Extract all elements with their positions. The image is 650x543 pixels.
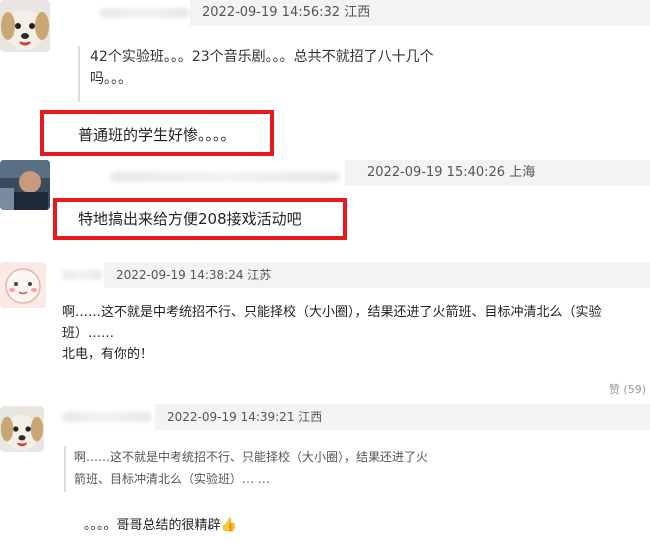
comment-meta-text: 2022-09-19 14:38:24 江苏 bbox=[116, 268, 272, 282]
dog-avatar-icon[interactable] bbox=[0, 0, 50, 52]
dog-avatar-icon[interactable] bbox=[0, 406, 44, 452]
comment-body-line: 北电，有你的！ bbox=[62, 347, 154, 362]
username-redacted[interactable] bbox=[62, 270, 102, 280]
like-button[interactable]: 赞 (59) bbox=[609, 381, 646, 397]
comment-meta-text: 2022-09-19 14:56:32 江西 bbox=[202, 5, 371, 20]
comment-body: 啊……这不就是中考统招不行、只能择校（大小圈），结果还进了火箭班、目标冲清北么（… bbox=[62, 302, 642, 365]
person-avatar-icon[interactable] bbox=[0, 160, 50, 210]
comment-meta-text: 2022-09-19 15:40:26 上海 bbox=[367, 165, 536, 180]
quoted-comment: 42个实验班。。。23个音乐剧。。。总共不就招了八十几个 吗。。。 bbox=[78, 46, 630, 102]
username-redacted[interactable] bbox=[62, 412, 152, 422]
like-label: 赞 bbox=[608, 383, 620, 396]
comment-meta: 2022-09-19 14:56:32 江西 bbox=[190, 0, 650, 26]
comment-meta: 2022-09-19 14:38:24 江苏 bbox=[104, 262, 650, 288]
reply-text: 特地搞出来给方便208接戏活动吧 bbox=[78, 210, 302, 228]
comment-body-line: 班）…… bbox=[62, 326, 115, 341]
username-redacted[interactable] bbox=[100, 8, 190, 18]
like-count: (59) bbox=[623, 383, 646, 396]
quoted-comment: 啊……这不就是中考统招不行、只能择校（大小圈），结果还进了火 箭班、目标冲清北么… bbox=[64, 446, 634, 492]
comment-thread: { "comments": [ { "meta": "2022-09-19 14… bbox=[0, 0, 650, 543]
cartoon-avatar-icon[interactable] bbox=[0, 262, 46, 308]
comment-meta: 2022-09-19 14:39:21 江西 bbox=[155, 404, 650, 430]
username-redacted[interactable] bbox=[110, 172, 340, 182]
quote-line: 吗。。。 bbox=[90, 71, 132, 87]
comment-body-line: 啊……这不就是中考统招不行、只能择校（大小圈），结果还进了火箭班、目标冲清北么（… bbox=[62, 305, 602, 320]
reply-text: 普通班的学生好惨。。。。 bbox=[78, 126, 236, 144]
quote-line: 42个实验班。。。23个音乐剧。。。总共不就招了八十几个 bbox=[90, 49, 434, 65]
quote-line: 啊……这不就是中考统招不行、只能择校（大小圈），结果还进了火 bbox=[74, 450, 429, 464]
quote-line: 箭班、目标冲清北么（实验班）… … bbox=[74, 472, 270, 486]
comment-meta-text: 2022-09-19 14:39:21 江西 bbox=[167, 410, 323, 424]
reply-text: 。。。。哥哥总结的很精辟👍 bbox=[84, 518, 237, 533]
comment-meta: 2022-09-19 15:40:26 上海 bbox=[345, 160, 650, 186]
